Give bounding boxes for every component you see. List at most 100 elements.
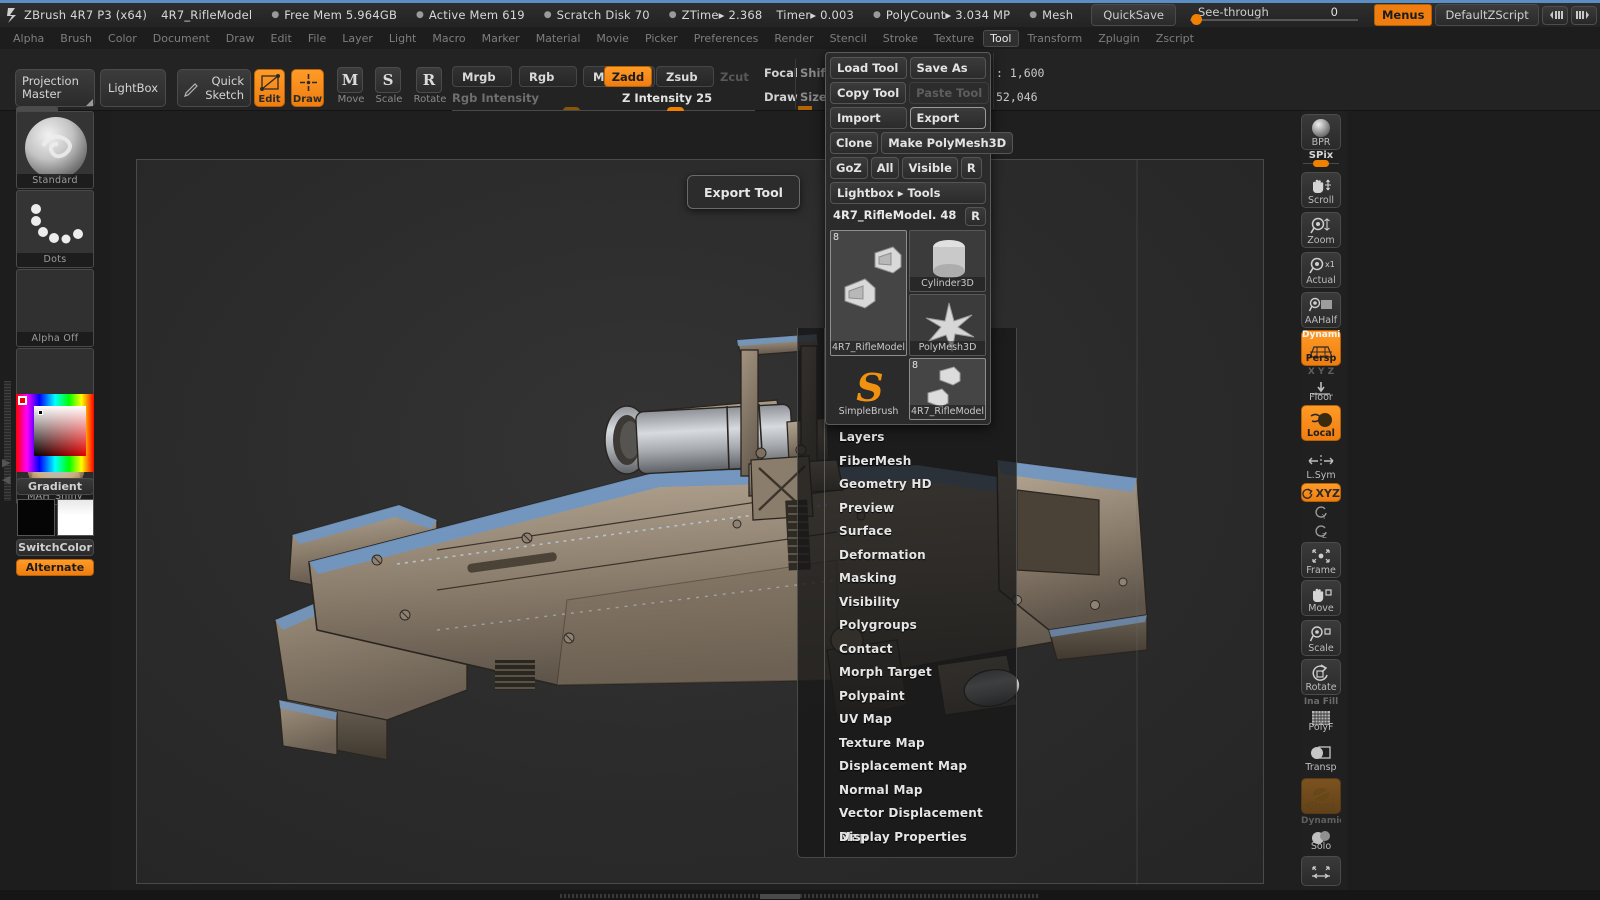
alternate-button[interactable]: Alternate <box>16 559 94 576</box>
menu-layer[interactable]: Layer <box>335 30 380 47</box>
quick-sketch-button[interactable]: Quick Sketch <box>177 69 251 107</box>
subpalette-surface[interactable]: Surface <box>798 520 1016 544</box>
tool-thumb-rifle-small[interactable]: 8 4R7_RifleModel <box>909 358 986 420</box>
zsub-button[interactable]: Zsub <box>656 66 714 87</box>
import-button[interactable]: Import <box>830 107 907 129</box>
subpalette-polypaint[interactable]: Polypaint <box>798 685 1016 709</box>
subpalette-vector-displacement[interactable]: Vector Displacement Map <box>798 802 1016 844</box>
lightbox-button[interactable]: LightBox <box>100 69 166 107</box>
menus-toggle-button[interactable]: Menus <box>1373 4 1433 26</box>
brush-swatch[interactable]: Standard <box>16 111 94 189</box>
menu-movie[interactable]: Movie <box>589 30 636 47</box>
subpalette-uv-map[interactable]: UV Map <box>798 708 1016 732</box>
projection-master-expand-icon[interactable] <box>86 99 93 106</box>
solo-button[interactable]: Dynamic Solo <box>1301 816 1341 853</box>
goz-button[interactable]: GoZ <box>830 157 868 179</box>
subpalette-geometry-hd[interactable]: Geometry HD <box>798 473 1016 497</box>
xyz-button[interactable]: XYZ <box>1301 483 1341 502</box>
document-canvas[interactable] <box>136 159 1265 885</box>
rotate-button[interactable]: Rotate <box>1301 659 1341 695</box>
gradient-button[interactable]: Gradient <box>16 478 94 495</box>
frame-corners-button[interactable] <box>1301 856 1341 886</box>
floor-button[interactable]: X Y Z Floor <box>1301 367 1341 404</box>
main-color-swatch[interactable] <box>17 499 55 536</box>
copy-tool-button[interactable]: Copy Tool <box>830 82 907 104</box>
subpalette-contact[interactable]: Contact <box>798 638 1016 662</box>
current-tool-slider[interactable]: 4R7_RifleModel. 48 R <box>830 207 986 226</box>
spix-knob[interactable] <box>1313 160 1329 167</box>
size-slider-knob[interactable] <box>798 106 812 110</box>
menu-stencil[interactable]: Stencil <box>823 30 874 47</box>
sv-marker[interactable] <box>38 410 43 415</box>
menu-draw[interactable]: Draw <box>219 30 262 47</box>
current-tool-r-button[interactable]: R <box>965 207 986 226</box>
menu-texture[interactable]: Texture <box>927 30 981 47</box>
spix-slider[interactable]: SPix <box>1301 150 1341 167</box>
draw-label-2[interactable]: Draw <box>764 90 798 104</box>
menu-material[interactable]: Material <box>529 30 588 47</box>
subpalette-morph-target[interactable]: Morph Target <box>798 661 1016 685</box>
make-polymesh3d-button[interactable]: Make PolyMesh3D <box>881 132 1014 154</box>
tool-thumb-polymesh3d[interactable]: PolyMesh3D <box>909 294 986 356</box>
subpalette-displacement-map[interactable]: Displacement Map <box>798 755 1016 779</box>
subpalette-normal-map[interactable]: Normal Map <box>798 779 1016 803</box>
zcut-button[interactable]: Zcut <box>710 66 758 87</box>
scale-transform-button[interactable]: S Scale <box>373 67 405 111</box>
menu-transform[interactable]: Transform <box>1021 30 1090 47</box>
tool-palette-popup[interactable]: Load Tool Save As Copy Tool Paste Tool I… <box>825 52 1014 425</box>
local-button[interactable]: Local <box>1301 405 1341 441</box>
mrgb-button[interactable]: Mrgb <box>452 66 512 87</box>
focal-label[interactable]: Focal <box>764 66 798 80</box>
polyframe-button[interactable]: Ina Fill PolyF <box>1301 697 1341 734</box>
menu-document[interactable]: Document <box>146 30 217 47</box>
menu-alpha[interactable]: Alpha <box>6 30 51 47</box>
menu-color[interactable]: Color <box>101 30 144 47</box>
aahalf-button[interactable]: AAHalf <box>1301 292 1341 328</box>
menu-edit[interactable]: Edit <box>264 30 299 47</box>
menu-zplugin[interactable]: Zplugin <box>1091 30 1147 47</box>
subpalette-polygroups[interactable]: Polygroups <box>798 614 1016 638</box>
z-intensity-slider[interactable]: Z Intensity 25 <box>545 91 755 115</box>
goz-r-button[interactable]: R <box>960 157 982 179</box>
visible-button[interactable]: Visible <box>902 157 958 179</box>
color-picker[interactable] <box>16 394 94 472</box>
switch-color-button[interactable]: SwitchColor <box>16 539 94 556</box>
stroke-swatch[interactable]: Dots <box>16 190 94 268</box>
tool-thumb-cylinder3d[interactable]: Cylinder3D <box>909 230 986 292</box>
subpalette-masking[interactable]: Masking <box>798 567 1016 591</box>
quicksave-button[interactable]: QuickSave <box>1091 4 1176 26</box>
projection-master-button[interactable]: Projection Master <box>15 69 95 107</box>
rotate-z-button[interactable]: Z <box>1301 522 1341 541</box>
subpalette-layers[interactable]: Layers <box>798 426 1016 450</box>
alpha-swatch[interactable]: Alpha Off <box>16 269 94 347</box>
tool-thumb-rifle-large[interactable]: 8 4R7_RifleModel <box>830 230 907 356</box>
draw-mode-button[interactable]: Draw <box>291 69 324 107</box>
subpalette-texture-map[interactable]: Texture Map <box>798 732 1016 756</box>
menu-brush[interactable]: Brush <box>53 30 99 47</box>
zscript-name[interactable]: DefaultZScript <box>1435 4 1539 26</box>
menu-stroke[interactable]: Stroke <box>876 30 925 47</box>
menu-preferences[interactable]: Preferences <box>687 30 766 47</box>
zscript-next-icon[interactable] <box>1570 5 1597 25</box>
rotate-y-button[interactable]: Y <box>1301 503 1341 522</box>
clone-button[interactable]: Clone <box>830 132 879 154</box>
persp-button[interactable]: Dynamic Persp <box>1301 330 1341 366</box>
all-button[interactable]: All <box>870 157 900 179</box>
see-through-knob[interactable] <box>1190 14 1202 25</box>
secondary-color-swatch[interactable] <box>57 499 94 536</box>
menu-macro[interactable]: Macro <box>425 30 472 47</box>
scroll-button[interactable]: Scroll <box>1301 172 1341 208</box>
load-tool-button[interactable]: Load Tool <box>830 57 907 79</box>
rifle-model-render[interactable] <box>137 160 1265 885</box>
see-through-slider[interactable]: See-through 0 <box>1184 4 1364 26</box>
left-expand-arrow-icon[interactable]: ▶ <box>2 456 10 469</box>
subpalette-fibermesh[interactable]: FiberMesh <box>798 450 1016 474</box>
transparency-button[interactable]: Transp <box>1301 738 1341 774</box>
subpalette-preview[interactable]: Preview <box>798 497 1016 521</box>
size-label[interactable]: Size <box>800 90 827 104</box>
menu-render[interactable]: Render <box>767 30 820 47</box>
rgb-button[interactable]: Rgb <box>519 66 577 87</box>
local-symmetry-button[interactable]: L.Sym <box>1301 446 1341 482</box>
subpalette-display-properties[interactable]: Display Properties <box>798 826 1016 850</box>
left-collapse-arrow-icon[interactable]: ◀ <box>2 473 10 486</box>
